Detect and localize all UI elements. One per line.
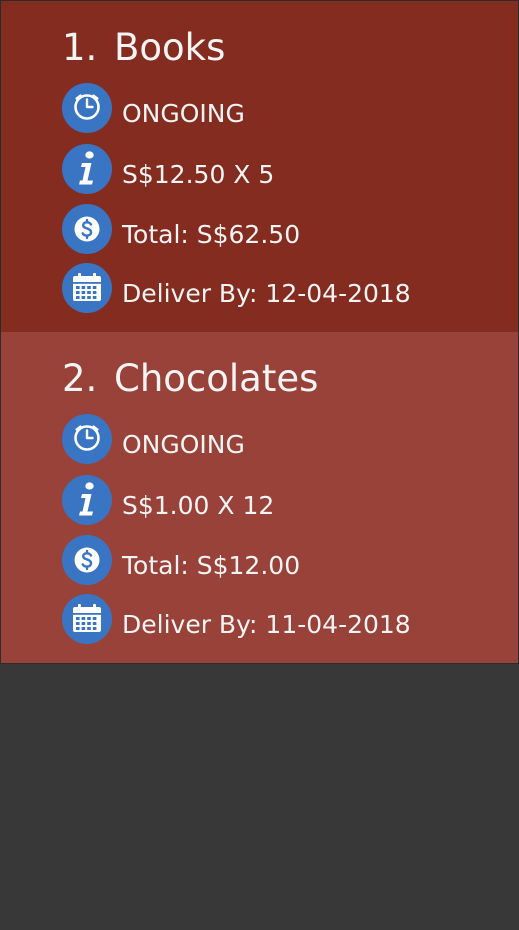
- calendar-icon: [62, 263, 112, 313]
- price-row: S$1.00 X 12: [62, 475, 274, 525]
- order-deliver-by: Deliver By: 12-04-2018: [122, 279, 411, 308]
- dollar-icon: [62, 535, 112, 585]
- info-icon: [62, 144, 112, 194]
- order-card[interactable]: 1. Books ONGOING S$12.50 X 5 Total: S$62…: [0, 0, 519, 332]
- order-price-quantity: S$1.00 X 12: [122, 491, 275, 520]
- order-name: Chocolates: [114, 357, 319, 400]
- total-row: Total: S$62.50: [62, 204, 300, 254]
- calendar-icon: [62, 594, 112, 644]
- order-name: Books: [114, 26, 226, 69]
- price-row: S$12.50 X 5: [62, 144, 274, 194]
- order-status: ONGOING: [122, 430, 245, 459]
- order-deliver-by: Deliver By: 11-04-2018: [122, 610, 411, 639]
- status-row: ONGOING: [62, 414, 245, 464]
- delivery-row: Deliver By: 12-04-2018: [62, 263, 411, 313]
- total-row: Total: S$12.00: [62, 535, 300, 585]
- order-card[interactable]: 2. Chocolates ONGOING S$1.00 X 12 Total:…: [0, 332, 519, 664]
- delivery-row: Deliver By: 11-04-2018: [62, 594, 411, 644]
- clock-icon: [62, 83, 112, 133]
- order-title: 1. Books: [62, 24, 225, 72]
- order-status: ONGOING: [122, 99, 245, 128]
- status-row: ONGOING: [62, 83, 245, 133]
- order-total: Total: S$62.50: [122, 220, 301, 249]
- order-total: Total: S$12.00: [122, 551, 301, 580]
- order-price-quantity: S$12.50 X 5: [122, 160, 275, 189]
- dollar-icon: [62, 204, 112, 254]
- order-index: 2.: [62, 357, 98, 400]
- order-list: 1. Books ONGOING S$12.50 X 5 Total: S$62…: [0, 0, 519, 664]
- order-title: 2. Chocolates: [62, 355, 318, 403]
- info-icon: [62, 475, 112, 525]
- clock-icon: [62, 414, 112, 464]
- order-index: 1.: [62, 26, 98, 69]
